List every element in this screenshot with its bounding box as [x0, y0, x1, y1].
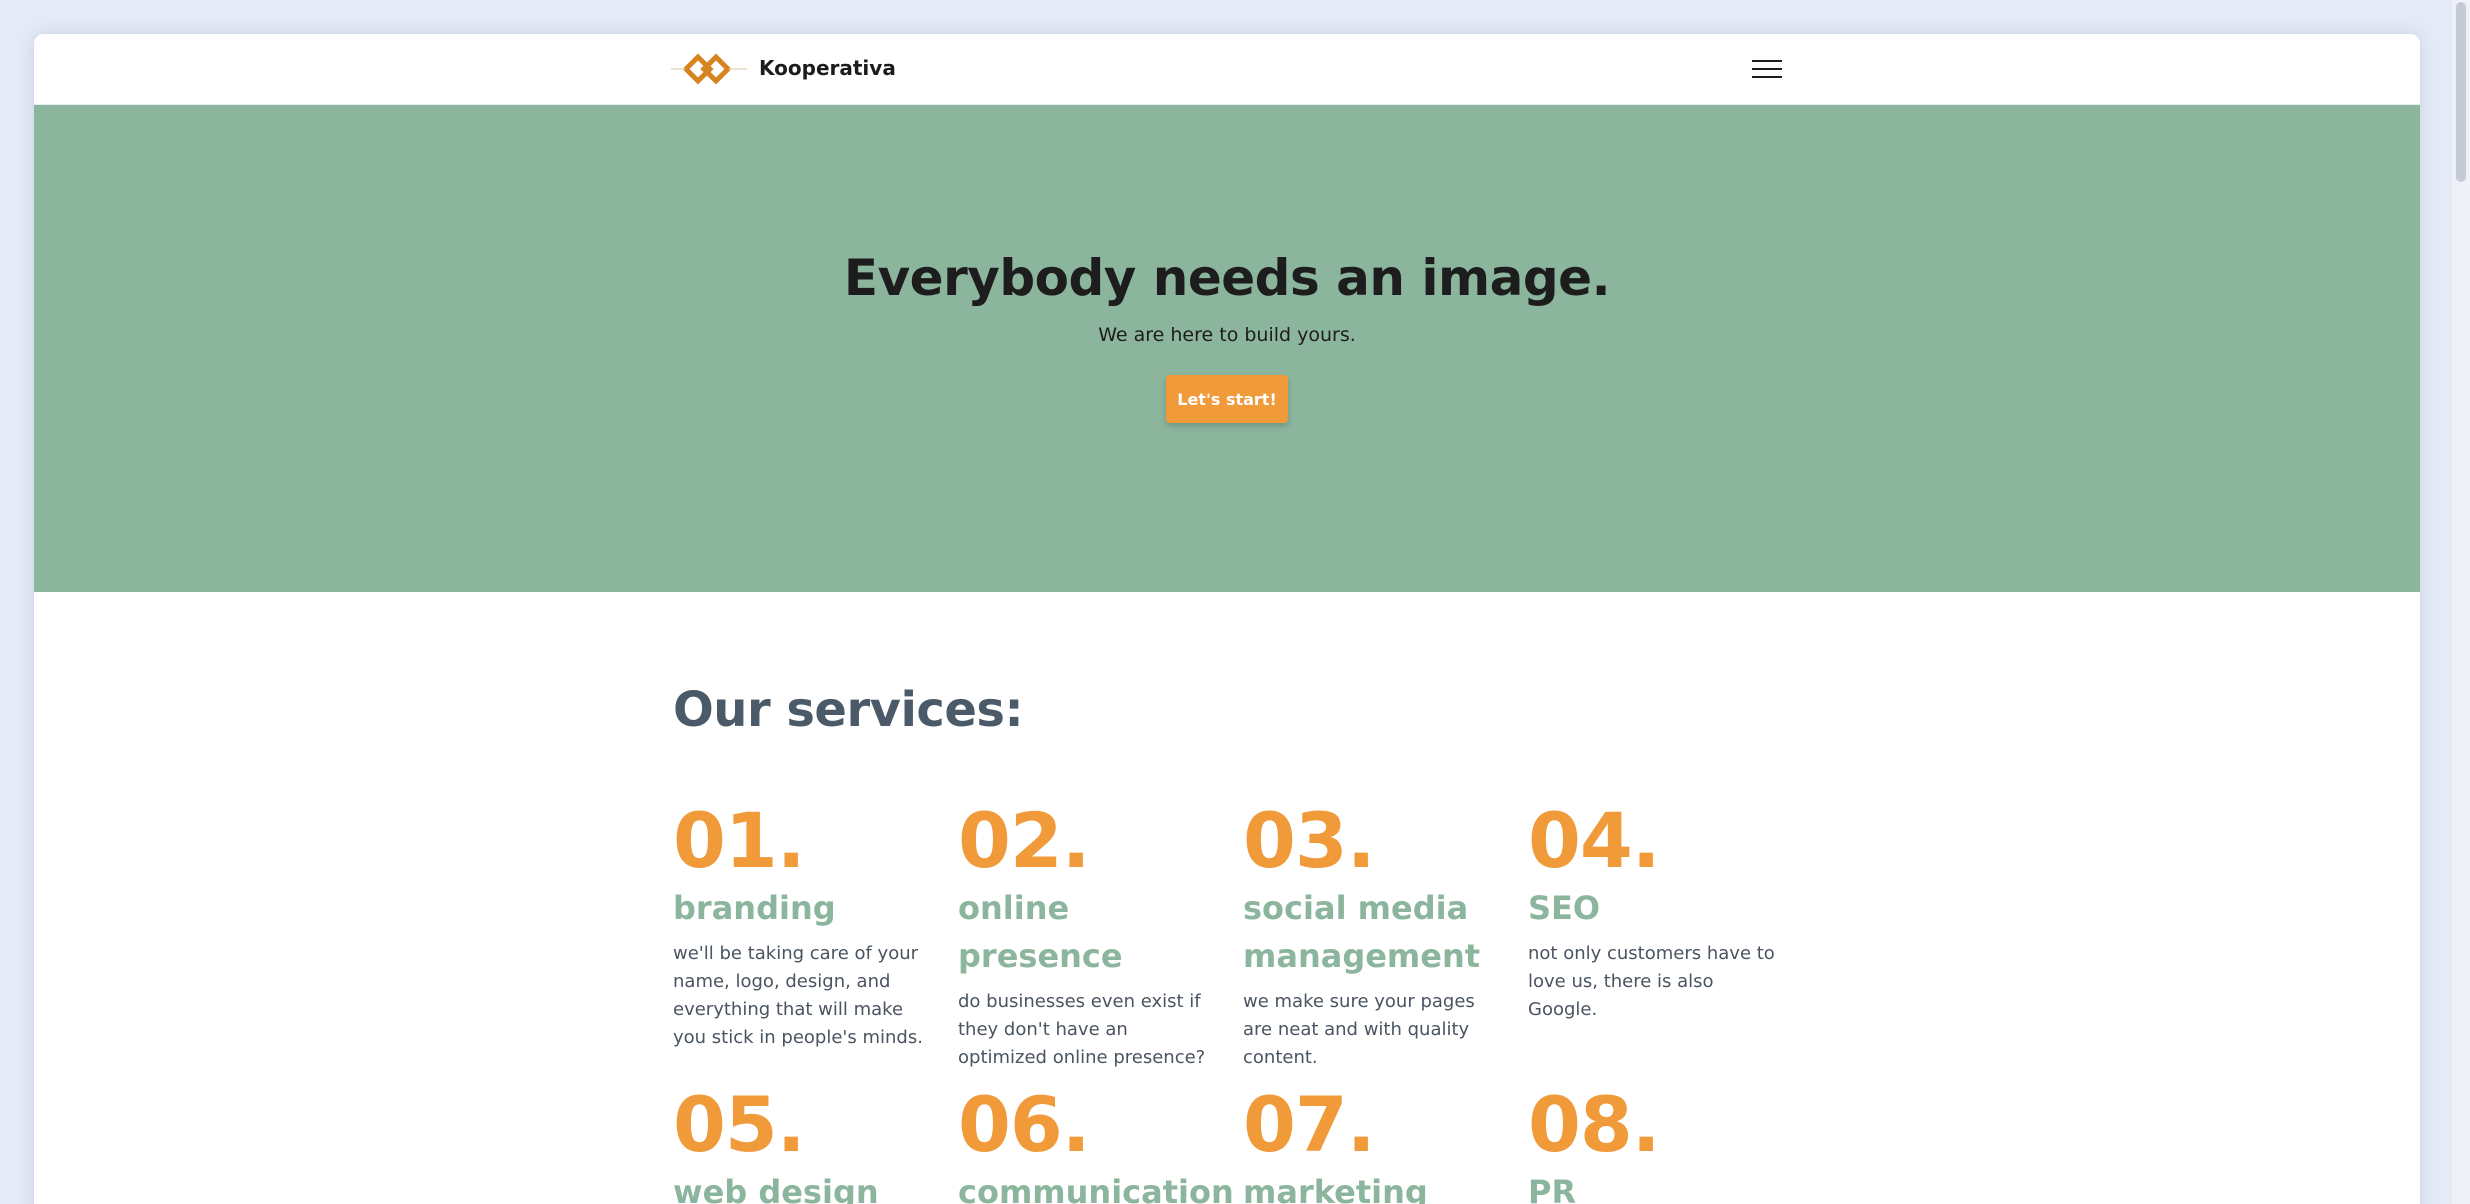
service-description: we'll be taking care of your name, logo,…: [673, 943, 923, 1048]
service-number: 02.: [958, 796, 1091, 885]
site-header: Kooperativa: [34, 34, 2420, 105]
service-number: 05.: [673, 1080, 806, 1169]
service-number: 01.: [673, 796, 806, 885]
diamond-chain-logo-icon: [671, 53, 747, 85]
service-name: communication: [958, 1173, 1234, 1204]
hero-subtitle: We are here to build yours.: [1098, 324, 1356, 346]
service-item-online-presence: 02. online presence do businesses even e…: [958, 798, 1208, 1072]
lets-start-button[interactable]: Let's start!: [1166, 375, 1288, 423]
service-number: 04.: [1528, 796, 1661, 885]
hero-title: Everybody needs an image.: [843, 249, 1611, 307]
service-description: we make sure your pages are neat and wit…: [1243, 991, 1475, 1068]
service-item-branding: 01. branding we'll be taking care of you…: [673, 798, 923, 1052]
service-item-seo: 04. SEO not only customers have to love …: [1528, 798, 1778, 1024]
service-name: PR: [1528, 1173, 1577, 1204]
service-name: branding: [673, 889, 836, 927]
vertical-scrollbar[interactable]: [2452, 0, 2470, 1204]
service-item-web-design: 05. web design: [673, 1082, 923, 1204]
service-item-marketing: 07. marketing: [1243, 1082, 1493, 1204]
service-number: 06.: [958, 1080, 1091, 1169]
service-item-pr: 08. PR: [1528, 1082, 1778, 1204]
service-number: 03.: [1243, 796, 1376, 885]
menu-line: [1752, 68, 1782, 70]
service-item-communication: 06. communication: [958, 1080, 1234, 1204]
menu-line: [1752, 60, 1782, 62]
service-description: do businesses even exist if they don't h…: [958, 991, 1206, 1068]
hero-section: Everybody needs an image. We are here to…: [34, 105, 2420, 592]
service-item-social-media: 03. social media management we make sure…: [1243, 798, 1493, 1072]
brand-name[interactable]: Kooperativa: [759, 54, 896, 82]
viewport: Kooperativa Everybody needs an image. We…: [0, 0, 2470, 1204]
page-card: Kooperativa Everybody needs an image. We…: [34, 34, 2420, 1204]
services-title: Our services:: [673, 682, 1024, 738]
service-name: online presence: [958, 889, 1123, 975]
service-number: 08.: [1528, 1080, 1661, 1169]
scrollbar-thumb[interactable]: [2456, 2, 2466, 182]
service-name: web design: [673, 1173, 879, 1204]
service-number: 07.: [1243, 1080, 1376, 1169]
hamburger-menu-icon[interactable]: [1750, 56, 1784, 82]
service-name: marketing: [1243, 1173, 1428, 1204]
menu-line: [1752, 76, 1782, 78]
service-name: social media management: [1243, 889, 1481, 975]
service-name: SEO: [1528, 889, 1601, 927]
service-description: not only customers have to love us, ther…: [1528, 943, 1775, 1020]
